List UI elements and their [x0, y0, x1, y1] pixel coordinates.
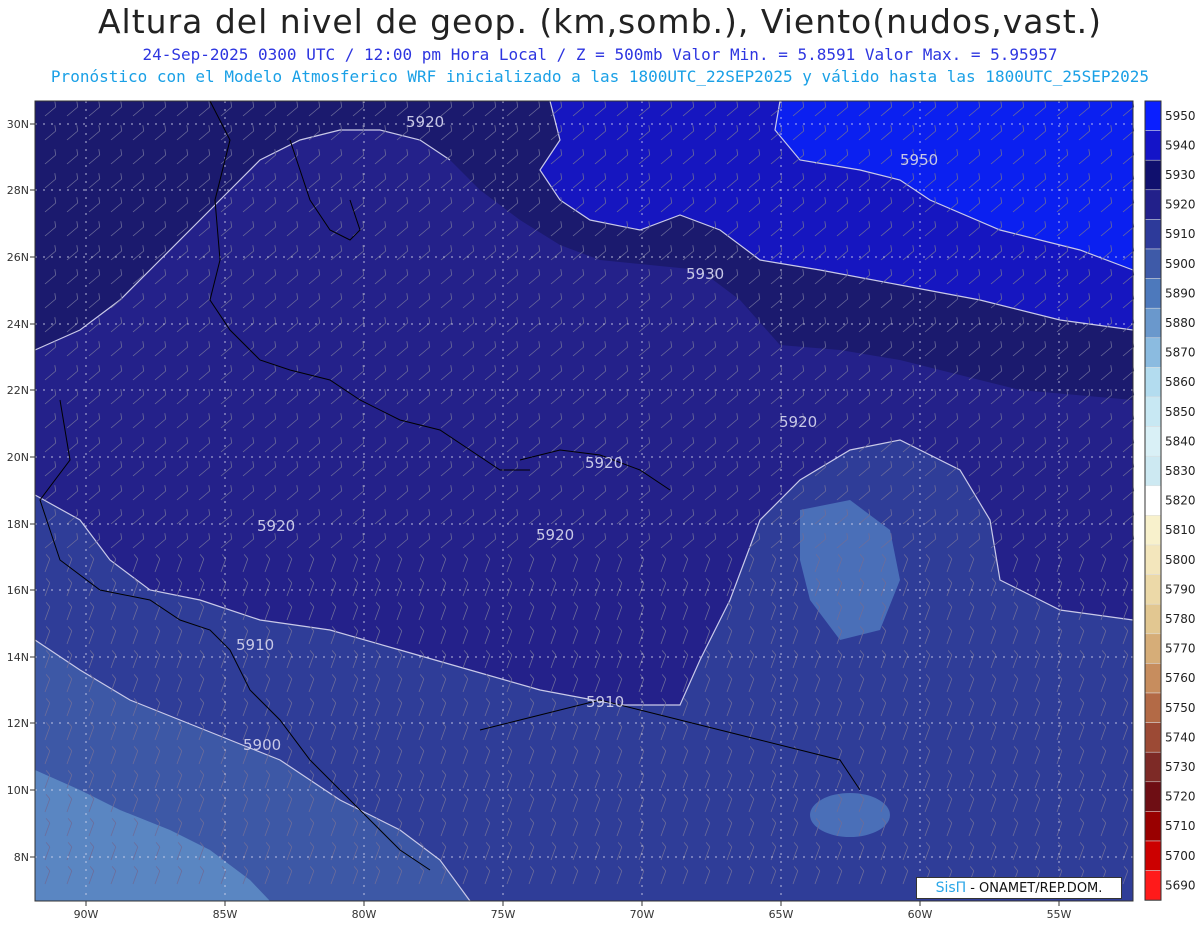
colorbar-label: 5720 [1165, 790, 1196, 804]
lon-tick-label: 85W [213, 908, 238, 921]
contour-label: 5930 [686, 265, 724, 283]
contour-label: 5910 [586, 693, 624, 711]
colorbar-swatch [1144, 811, 1162, 842]
colorbar-label: 5940 [1165, 138, 1196, 152]
geopotential-map: 90W 85W 80W 75W 70W 65W 60W 55W 30N 28N 26N 24N 22N… [7, 100, 1196, 921]
colorbar-label: 5850 [1165, 405, 1196, 419]
lat-tick-label: 26N [7, 251, 29, 264]
colorbar-swatch [1144, 100, 1162, 131]
contour-label: 5920 [406, 113, 444, 131]
colorbar-label: 5770 [1165, 642, 1196, 656]
colorbar-swatch [1144, 219, 1162, 250]
colorbar-swatch [1144, 840, 1162, 871]
contour-label: 5920 [257, 517, 295, 535]
colorbar-label: 5910 [1165, 227, 1196, 241]
lat-tick-label: 18N [7, 518, 29, 531]
colorbar-swatch [1144, 722, 1162, 753]
colorbar-label: 5750 [1165, 701, 1196, 715]
lon-tick-label: 75W [491, 908, 516, 921]
colorbar-label: 5690 [1165, 878, 1196, 892]
colorbar-swatch [1144, 663, 1162, 694]
lon-tick-label: 70W [630, 908, 655, 921]
logo-text: - ONAMET/REP.DOM. [970, 880, 1103, 896]
lon-tick-label: 55W [1047, 908, 1072, 921]
colorbar-label: 5950 [1165, 109, 1196, 123]
colorbar-swatch [1144, 278, 1162, 309]
contour-label: 5920 [585, 454, 623, 472]
colorbar-label: 5760 [1165, 671, 1196, 685]
colorbar-swatch [1144, 130, 1162, 161]
colorbar-label: 5810 [1165, 523, 1196, 537]
colorbar-label: 5790 [1165, 582, 1196, 596]
contour-label: 5950 [900, 151, 938, 169]
lon-tick-label: 80W [352, 908, 377, 921]
colorbar-swatch [1144, 633, 1162, 664]
zone-5900-trinidad [810, 793, 890, 837]
colorbar-swatch [1144, 426, 1162, 457]
colorbar: 5950 5940 5930 5920 5910 5900 5890 5880 5870 5860… [1144, 100, 1196, 901]
colorbar-label: 5800 [1165, 553, 1196, 567]
colorbar-swatch [1144, 603, 1162, 635]
colorbar-swatch [1144, 396, 1162, 427]
colorbar-swatch [1144, 307, 1162, 339]
contour-label: 5910 [236, 636, 274, 654]
colorbar-label: 5900 [1165, 257, 1196, 271]
onamet-logo: SisΠ - ONAMET/REP.DOM. [916, 877, 1122, 899]
lon-tick-label: 60W [908, 908, 933, 921]
colorbar-label: 5870 [1165, 346, 1196, 360]
longitude-ticks: 90W 85W 80W 75W 70W 65W 60W 55W [74, 901, 1072, 921]
colorbar-swatch [1144, 692, 1162, 723]
colorbar-label: 5700 [1165, 849, 1196, 863]
colorbar-label: 5780 [1165, 612, 1196, 626]
colorbar-label: 5710 [1165, 819, 1196, 833]
sispi-brand: SisΠ [935, 880, 967, 896]
lon-tick-label: 90W [74, 908, 99, 921]
colorbar-label: 5840 [1165, 434, 1196, 448]
contour-label: 5920 [536, 526, 574, 544]
lat-tick-label: 20N [7, 451, 29, 464]
lat-tick-label: 8N [14, 851, 29, 864]
colorbar-swatch [1144, 751, 1162, 783]
colorbar-label: 5830 [1165, 464, 1196, 478]
colorbar-swatch [1144, 248, 1162, 279]
lat-tick-label: 30N [7, 118, 29, 131]
colorbar-label: 5730 [1165, 760, 1196, 774]
lat-tick-label: 28N [7, 184, 29, 197]
colorbar-swatch [1144, 544, 1162, 575]
colorbar-swatch [1144, 574, 1162, 605]
contour-label: 5920 [779, 413, 817, 431]
colorbar-swatch [1144, 455, 1162, 487]
lon-tick-label: 65W [769, 908, 794, 921]
colorbar-label: 5880 [1165, 316, 1196, 330]
lat-tick-label: 10N [7, 784, 29, 797]
colorbar-swatch [1144, 485, 1162, 516]
lat-tick-label: 24N [7, 318, 29, 331]
colorbar-swatch [1144, 367, 1162, 398]
colorbar-swatch [1144, 189, 1162, 220]
colorbar-swatch [1144, 870, 1162, 901]
lat-tick-label: 22N [7, 384, 29, 397]
colorbar-swatch [1144, 781, 1162, 812]
colorbar-label: 5930 [1165, 168, 1196, 182]
colorbar-label: 5820 [1165, 494, 1196, 508]
lat-tick-label: 12N [7, 717, 29, 730]
contour-label: 5900 [243, 736, 281, 754]
lat-tick-label: 14N [7, 651, 29, 664]
colorbar-label: 5890 [1165, 286, 1196, 300]
colorbar-label: 5920 [1165, 198, 1196, 212]
colorbar-label: 5740 [1165, 730, 1196, 744]
latitude-ticks: 30N 28N 26N 24N 22N 20N 18N 16N 14N 12N 10N 8N [7, 118, 35, 864]
colorbar-swatch [1144, 337, 1162, 368]
colorbar-swatch [1144, 159, 1162, 191]
lat-tick-label: 16N [7, 584, 29, 597]
colorbar-swatch [1144, 515, 1162, 546]
colorbar-label: 5860 [1165, 375, 1196, 389]
